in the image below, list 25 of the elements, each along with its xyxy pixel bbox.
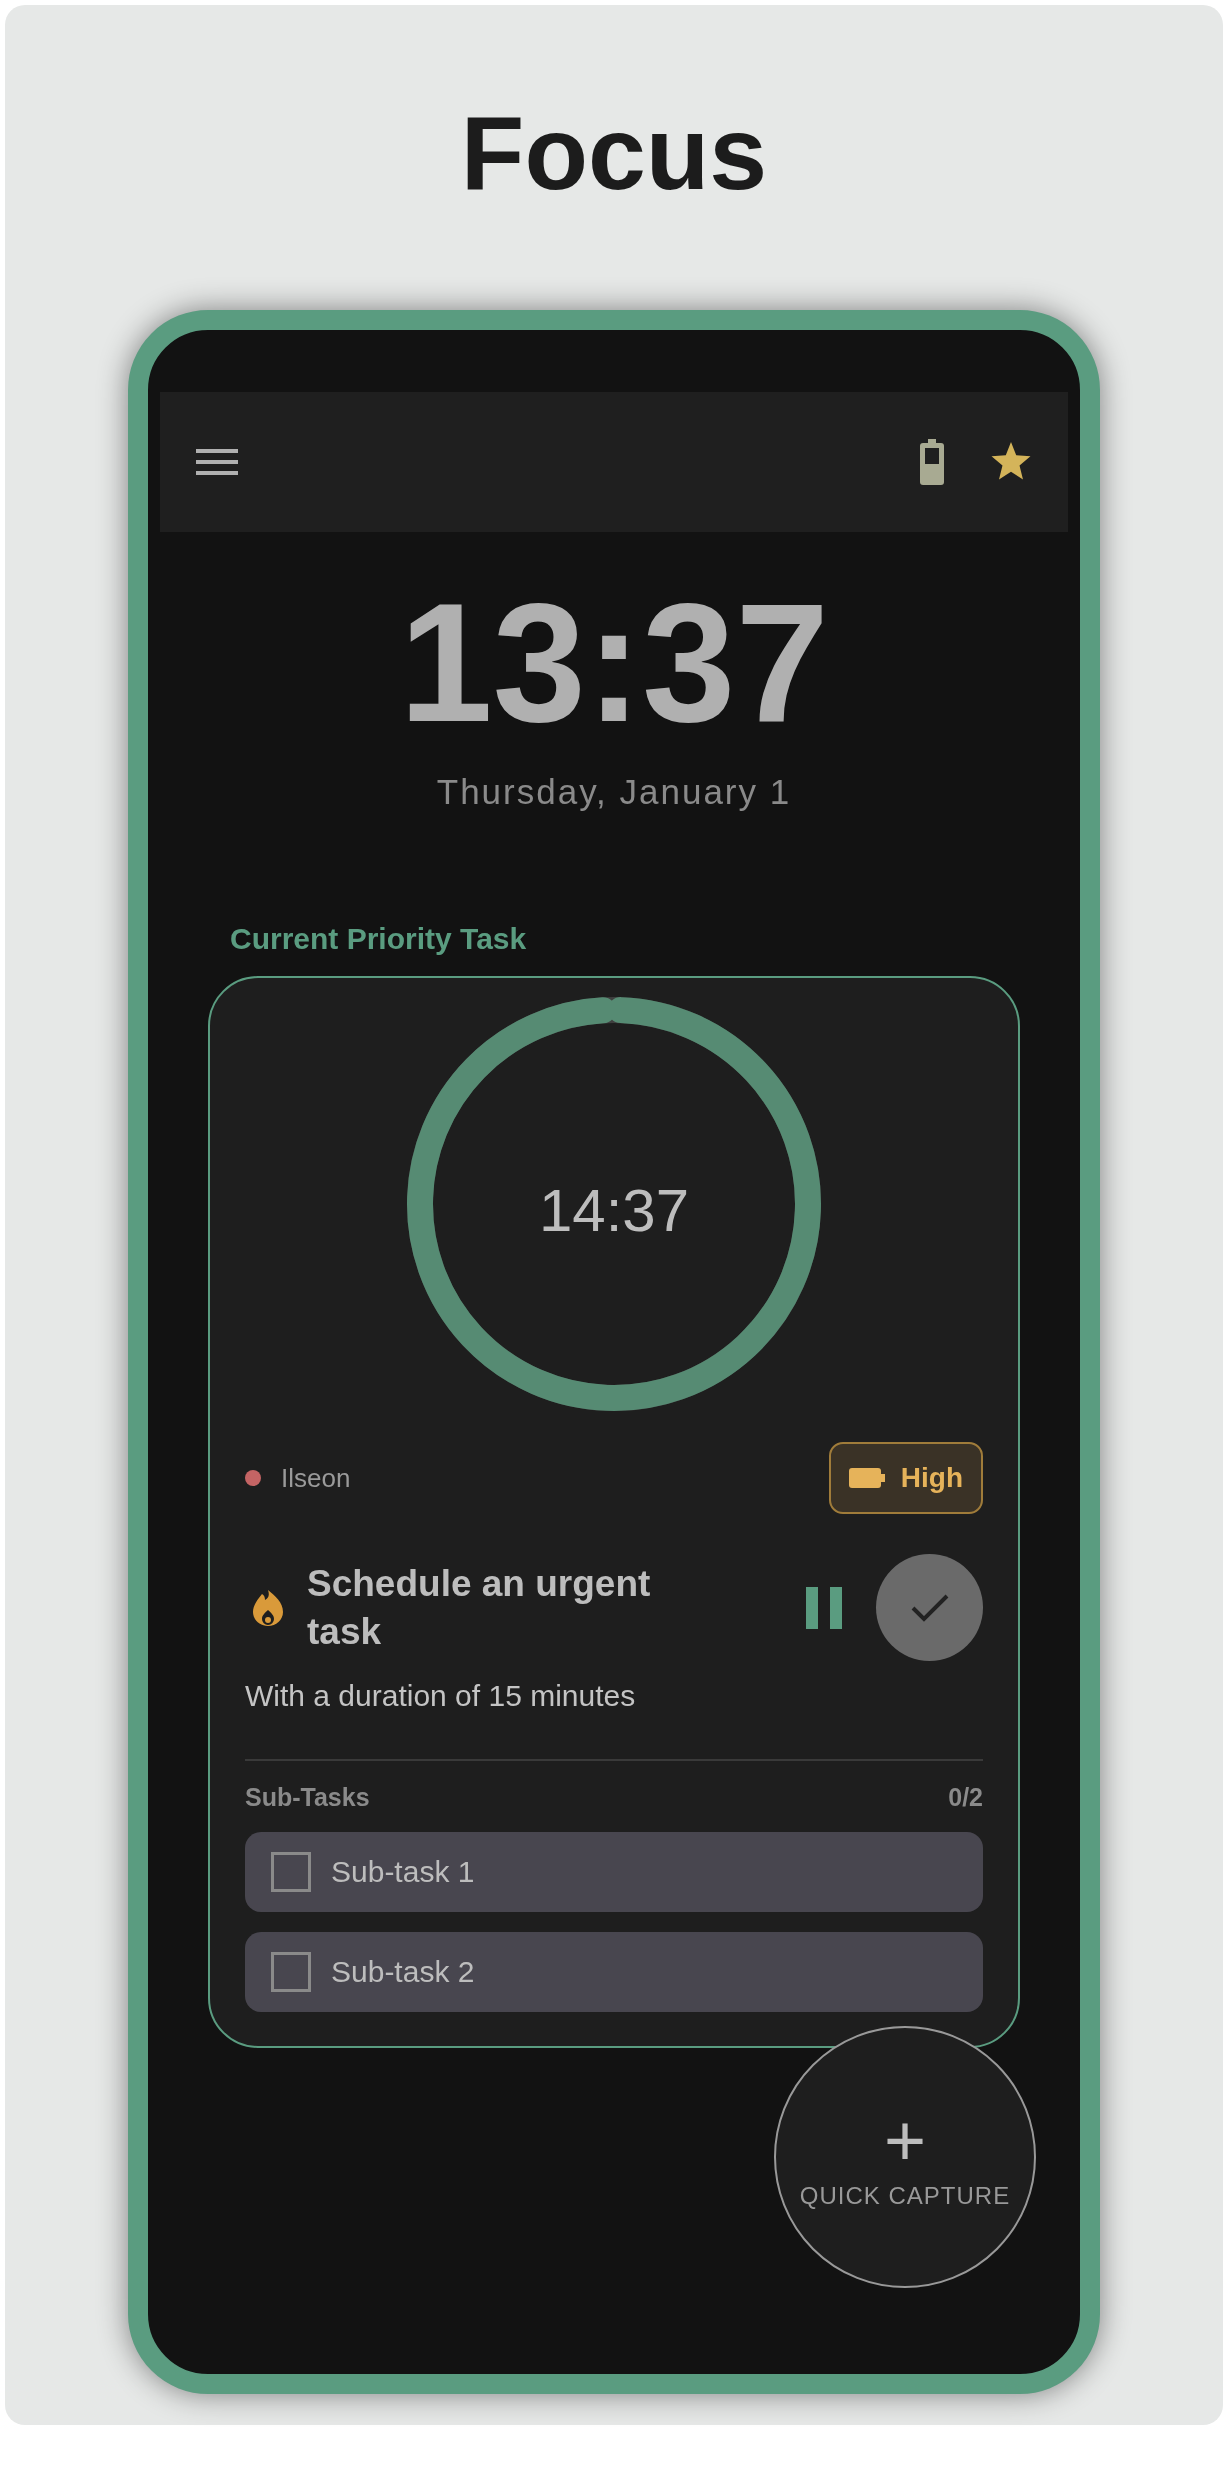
flame-icon — [251, 1587, 285, 1628]
subtask-row[interactable]: Sub-task 2 — [245, 1932, 983, 2012]
subtasks-label: Sub-Tasks — [245, 1783, 370, 1812]
star-icon[interactable] — [990, 442, 1032, 482]
subtask-row[interactable]: Sub-task 1 — [245, 1832, 983, 1912]
quick-capture-button[interactable]: + QUICK CAPTURE — [774, 2026, 1036, 2288]
menu-icon[interactable] — [196, 447, 238, 477]
task-title: Schedule an urgent task — [307, 1561, 652, 1654]
project-name: Ilseon — [281, 1462, 351, 1494]
pause-icon[interactable] — [806, 1586, 842, 1629]
checkbox[interactable] — [271, 1852, 311, 1892]
battery-icon[interactable] — [920, 439, 944, 485]
subtask-label: Sub-task 1 — [331, 1855, 475, 1889]
priority-label: High — [900, 1462, 963, 1494]
timer-text: 14:37 — [537, 1176, 691, 1245]
clock-date: Thursday, January 1 — [436, 772, 792, 812]
page-title: Focus — [460, 94, 768, 213]
section-title: Current Priority Task — [230, 922, 527, 956]
subtasks-count: 0/2 — [948, 1783, 983, 1812]
task-subtitle: With a duration of 15 minutes — [245, 1679, 637, 1713]
checkbox[interactable] — [271, 1952, 311, 1992]
subtask-label: Sub-task 2 — [331, 1955, 475, 1989]
clock-time: 13:37 — [399, 568, 829, 758]
check-icon — [910, 1593, 949, 1622]
battery-icon — [848, 1468, 885, 1488]
